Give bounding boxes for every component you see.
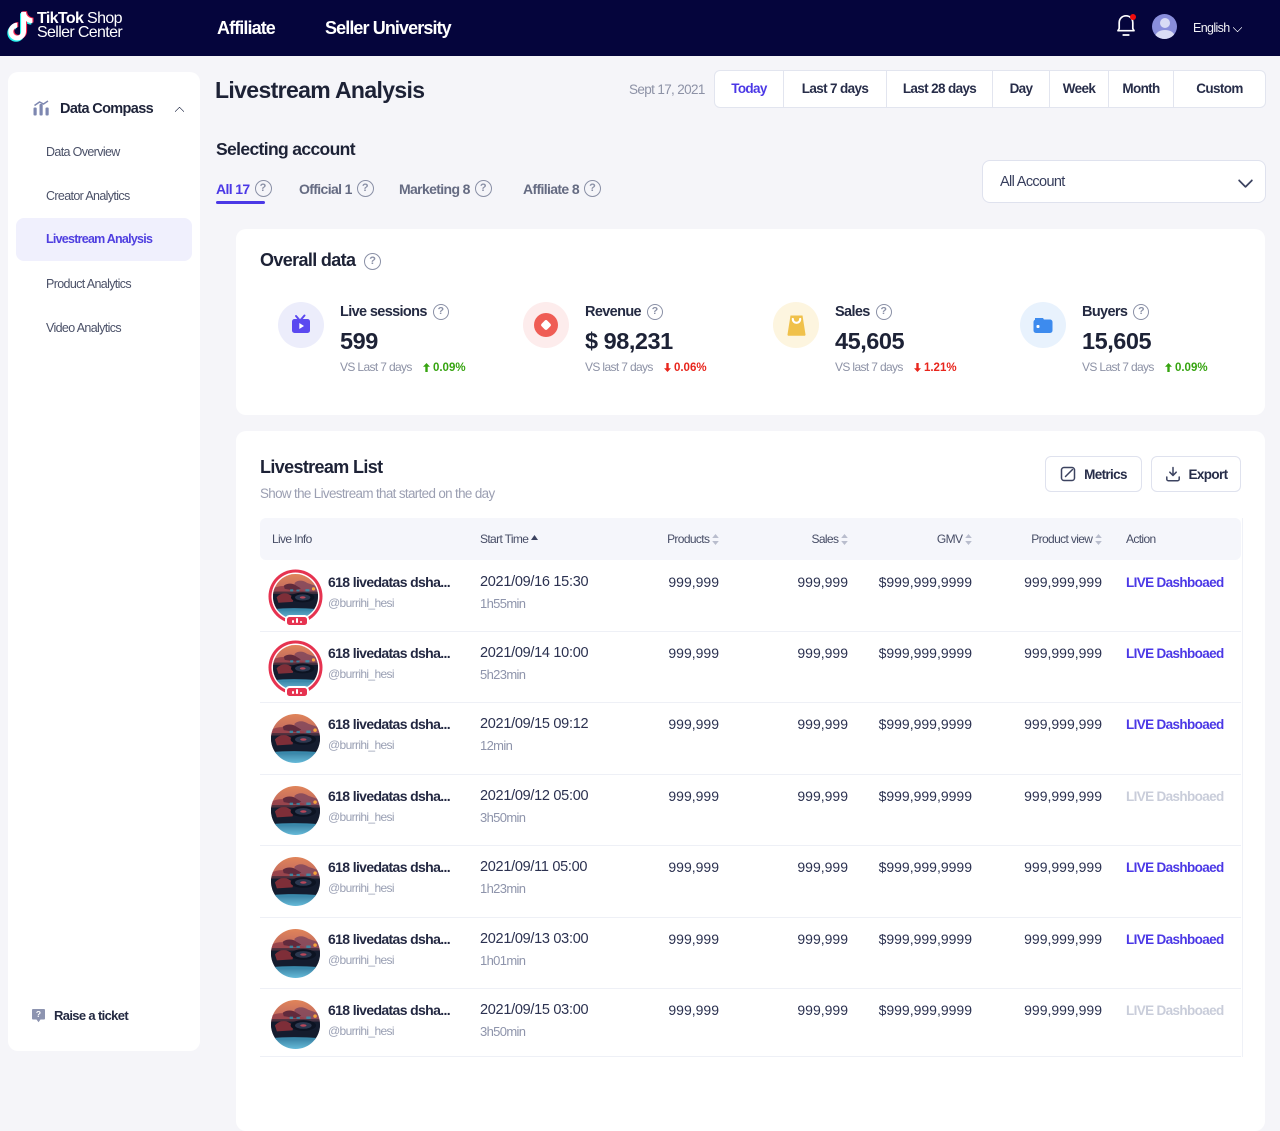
svg-text:?: ? bbox=[36, 1009, 41, 1019]
